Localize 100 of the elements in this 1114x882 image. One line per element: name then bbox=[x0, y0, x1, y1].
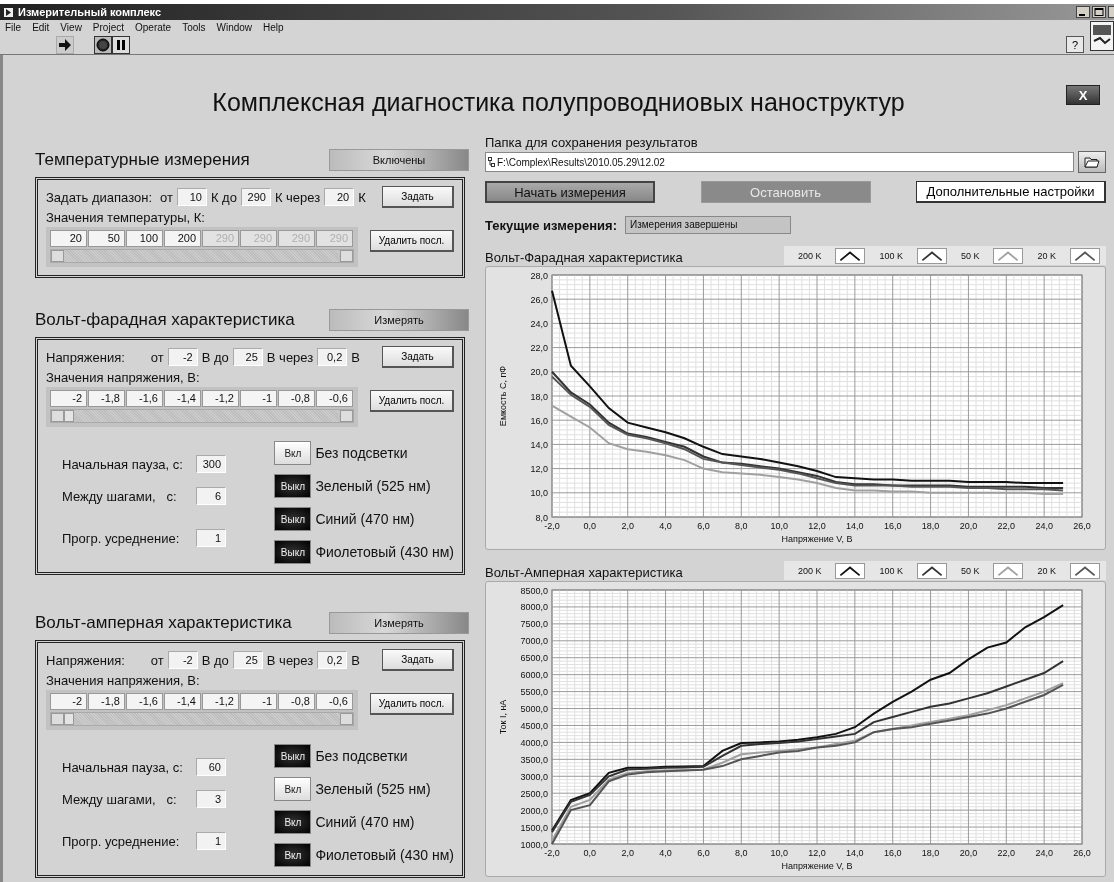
menu-item[interactable]: Help bbox=[263, 22, 284, 33]
number-field[interactable]: 25 bbox=[232, 651, 263, 669]
maximize-icon[interactable] bbox=[1092, 6, 1106, 18]
menu-item[interactable]: File bbox=[5, 22, 22, 33]
array-cell[interactable]: -0,6 bbox=[316, 693, 353, 710]
number-field[interactable]: 6 bbox=[196, 487, 226, 505]
tick-label: 22,0 bbox=[530, 343, 548, 354]
menu-item[interactable]: Window bbox=[216, 22, 253, 33]
tick-label: 28,0 bbox=[530, 270, 548, 281]
menu-item[interactable]: Tools bbox=[182, 22, 206, 33]
array-cell[interactable]: -1,8 bbox=[88, 693, 125, 710]
delete-last-button[interactable]: Удалить посл. bbox=[370, 390, 454, 412]
set-button[interactable]: Задать bbox=[382, 346, 454, 368]
path-field[interactable]: F:\Complex\Results\2010.05.29\12.02 bbox=[485, 152, 1074, 172]
menu-item[interactable]: Project bbox=[92, 22, 124, 33]
field-label: Начальная пауза, с: bbox=[62, 456, 184, 472]
array-cell[interactable]: -2 bbox=[50, 693, 87, 710]
tick-label: -2,0 bbox=[544, 521, 560, 531]
array-cell[interactable]: -0,8 bbox=[278, 693, 315, 710]
menu-item[interactable]: Edit bbox=[32, 22, 50, 33]
tick-label: 2500,0 bbox=[520, 788, 548, 799]
legend-label: 20 K bbox=[1037, 565, 1056, 576]
status-indicator: Измерения завершены bbox=[624, 216, 791, 234]
pause-icon[interactable] bbox=[112, 35, 130, 54]
array-cell[interactable]: 20 bbox=[50, 230, 87, 247]
tick-label: 14,0 bbox=[846, 521, 864, 531]
set-button[interactable]: Задать bbox=[382, 649, 454, 671]
array-cell[interactable]: -1,6 bbox=[126, 390, 163, 407]
tick-label: 1000,0 bbox=[520, 839, 548, 850]
light-toggle[interactable]: Вкл bbox=[274, 810, 312, 834]
menu-item[interactable]: Operate bbox=[135, 22, 172, 33]
browse-button[interactable] bbox=[1078, 151, 1106, 173]
action-button[interactable]: Дополнительные настройки bbox=[916, 181, 1106, 203]
action-button[interactable]: Начать измерения bbox=[485, 181, 655, 203]
number-field[interactable]: 0,2 bbox=[317, 651, 348, 669]
delete-last-button[interactable]: Удалить посл. bbox=[370, 230, 454, 252]
measure-toggle[interactable]: Измерять bbox=[329, 309, 469, 331]
array-cell[interactable]: 200 bbox=[164, 230, 201, 247]
number-field[interactable]: 10 bbox=[176, 188, 207, 206]
array-cell[interactable]: -1,4 bbox=[164, 390, 201, 407]
scrollbar[interactable] bbox=[50, 409, 354, 423]
array-cell[interactable]: -0,6 bbox=[316, 390, 353, 407]
number-field[interactable]: -2 bbox=[167, 348, 198, 366]
tick-label: 20,0 bbox=[959, 848, 978, 858]
light-toggle[interactable]: Выкл bbox=[274, 507, 312, 531]
menu-item[interactable]: View bbox=[60, 22, 82, 33]
stop-icon[interactable] bbox=[94, 35, 112, 54]
array-cell[interactable]: -1 bbox=[240, 390, 277, 407]
array-cell[interactable]: -1 bbox=[240, 693, 277, 710]
help-button[interactable]: ? bbox=[1066, 36, 1084, 53]
tick-label: 8,0 bbox=[735, 521, 748, 531]
legend-label: 100 K bbox=[879, 565, 903, 576]
tick-label: 20,0 bbox=[530, 367, 548, 378]
measure-toggle[interactable]: Измерять bbox=[329, 612, 469, 634]
field-label: Фиолетовый (430 нм) bbox=[315, 544, 454, 560]
array-cell[interactable]: -1,6 bbox=[126, 693, 163, 710]
tick-label: 3500,0 bbox=[520, 754, 548, 765]
scrollbar[interactable] bbox=[50, 712, 354, 726]
number-field[interactable]: 25 bbox=[232, 348, 263, 366]
light-toggle[interactable]: Вкл bbox=[274, 441, 312, 465]
array-cell[interactable]: -1,4 bbox=[164, 693, 201, 710]
number-field[interactable]: 290 bbox=[240, 188, 271, 206]
array-cell[interactable]: 100 bbox=[126, 230, 163, 247]
set-button[interactable]: Задать bbox=[382, 186, 454, 208]
tick-label: 18,0 bbox=[530, 391, 548, 402]
axis-label: Ток I, нА bbox=[498, 699, 508, 735]
scrollbar[interactable] bbox=[50, 249, 354, 263]
light-toggle[interactable]: Вкл bbox=[274, 843, 312, 867]
array-cell[interactable]: -1,2 bbox=[202, 390, 239, 407]
tick-label: 7500,0 bbox=[520, 619, 548, 630]
light-toggle[interactable]: Выкл bbox=[274, 744, 312, 768]
array-cell[interactable]: -0,8 bbox=[278, 390, 315, 407]
field-label: Между шагами, с: bbox=[62, 488, 178, 504]
array-cell[interactable]: -1,8 bbox=[88, 390, 125, 407]
delete-last-button[interactable]: Удалить посл. bbox=[370, 693, 454, 715]
number-field[interactable]: -2 bbox=[167, 651, 198, 669]
tick-label: 8,0 bbox=[535, 512, 548, 523]
tick-label: 12,0 bbox=[530, 464, 548, 475]
array-cell[interactable]: -2 bbox=[50, 390, 87, 407]
light-toggle[interactable]: Выкл bbox=[274, 474, 312, 498]
close-button[interactable]: X bbox=[1066, 85, 1100, 105]
light-toggle[interactable]: Выкл bbox=[274, 540, 312, 564]
number-field[interactable]: 3 bbox=[196, 790, 226, 808]
number-field[interactable]: 0,2 bbox=[317, 348, 348, 366]
array-cell[interactable]: -1,2 bbox=[202, 693, 239, 710]
run-arrow-icon[interactable] bbox=[56, 35, 74, 54]
legend-label: 50 K bbox=[960, 250, 980, 261]
minimize-icon[interactable] bbox=[1076, 6, 1090, 18]
chart-title: Вольт-Фарадная характеристика bbox=[485, 250, 683, 265]
number-field[interactable]: 1 bbox=[196, 529, 226, 547]
tick-label: 5000,0 bbox=[520, 704, 548, 715]
array-cell[interactable]: 50 bbox=[88, 230, 125, 247]
number-field[interactable]: 1 bbox=[196, 832, 226, 850]
number-field[interactable]: 300 bbox=[196, 455, 226, 473]
number-field[interactable]: 60 bbox=[196, 758, 226, 776]
field-label: Напряжения: bbox=[46, 349, 125, 365]
light-toggle[interactable]: Вкл bbox=[274, 777, 312, 801]
measure-toggle[interactable]: Включены bbox=[329, 149, 469, 171]
number-field[interactable]: 20 bbox=[324, 188, 355, 206]
tick-label: 16,0 bbox=[883, 521, 902, 531]
